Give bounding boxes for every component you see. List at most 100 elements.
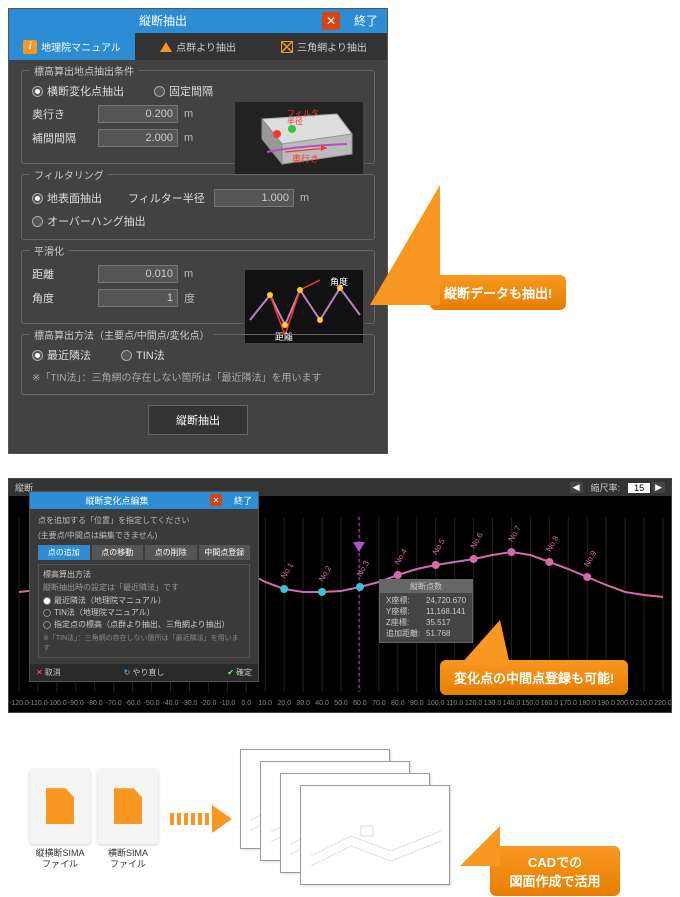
radio-nearest[interactable]: 最近隣法: [32, 347, 91, 363]
tab-pointcloud[interactable]: 点群より抽出: [135, 33, 261, 60]
svg-text:110.0: 110.0: [446, 700, 463, 707]
tab-manual[interactable]: i 地理院マニュアル: [9, 33, 135, 60]
svg-text:60.0: 60.0: [353, 700, 367, 707]
svg-text:50.0: 50.0: [334, 700, 348, 707]
smooth-legend: 平滑化: [30, 243, 68, 258]
dlist-sub: 縦断抽出時の設定は「最近隣法」です: [43, 582, 245, 593]
profile-node[interactable]: [280, 585, 288, 593]
dist-input[interactable]: [98, 265, 178, 283]
method-note: ※「TIN法」：三角網の存在しない箇所は「最近隣法」を用います: [32, 369, 364, 384]
depth-unit: m: [184, 108, 193, 120]
cad-drawings: [240, 749, 460, 889]
svg-text:-10.0: -10.0: [219, 700, 235, 707]
file-cross-sima: 横断SIMAファイル: [98, 769, 158, 870]
svg-text:半径: 半径: [287, 116, 303, 126]
filter-legend: フィルタリング: [30, 167, 108, 182]
svg-text:-90.0: -90.0: [68, 700, 84, 707]
radio-overhang[interactable]: オーバーハング抽出: [32, 213, 364, 229]
svg-text:180.0: 180.0: [578, 700, 596, 707]
angle-input[interactable]: [98, 289, 178, 307]
filter-group: フィルタリング 地表面抽出 フィルター半径 m オーバーハング抽出: [21, 174, 375, 240]
confirm-button[interactable]: ✔確定: [227, 667, 252, 678]
page-prev-icon[interactable]: ◀: [570, 482, 583, 493]
close-icon[interactable]: ✕: [322, 12, 340, 30]
method-option[interactable]: 最近隣法（地理院マニュアル）: [43, 595, 245, 606]
depth-input[interactable]: [98, 105, 178, 123]
arrow-icon: [170, 805, 232, 833]
svg-text:No.7: No.7: [506, 524, 523, 544]
tab-label: 地理院マニュアル: [41, 39, 121, 54]
dialog-help2: (主要点/中間点は編集できません): [38, 530, 250, 541]
terminate-button[interactable]: 終了: [348, 12, 384, 30]
svg-text:No.5: No.5: [431, 537, 448, 557]
tooltip-row: 追加距離:51.768: [386, 628, 466, 639]
svg-text:No.3: No.3: [355, 559, 372, 579]
svg-text:-20.0: -20.0: [200, 700, 216, 707]
edit-dialog: 縦断変化点編集 ✕ 終了 点を追加する「位置」を指定してください (主要点/中間…: [29, 491, 259, 682]
preview-depth-label: 奥行き: [292, 153, 319, 164]
svg-text:-30.0: -30.0: [181, 700, 197, 707]
svg-text:40.0: 40.0: [315, 700, 329, 707]
profile-node[interactable]: [507, 548, 515, 556]
dlist-note: ※「TIN法」：三角網の存在しない箇所は「最近隣法」を用います: [43, 633, 245, 653]
svg-text:-70.0: -70.0: [106, 700, 122, 707]
file-icon: [114, 788, 142, 824]
scale-value[interactable]: 15: [628, 483, 650, 493]
radio-tin[interactable]: TIN法: [121, 347, 165, 363]
scale-label: 縮尺率:: [585, 481, 627, 494]
tab-tin[interactable]: 三角網より抽出: [261, 33, 387, 60]
dlist-title: 標高算出方法: [43, 569, 245, 580]
radio-ground[interactable]: 地表面抽出: [32, 190, 122, 206]
tab-bar: i 地理院マニュアル 点群より抽出 三角網より抽出: [9, 33, 387, 60]
tooltip-row: Y座標:11,168.141: [386, 606, 466, 617]
svg-text:-100.0: -100.0: [47, 700, 67, 707]
redo-button[interactable]: ↻やり直し: [124, 667, 165, 678]
svg-text:190.0: 190.0: [597, 700, 615, 707]
interval-input[interactable]: [98, 129, 178, 147]
edit-tab-2[interactable]: 点の削除: [145, 545, 197, 560]
radio-fixed-interval[interactable]: 固定間隔: [154, 83, 213, 99]
profile-node[interactable]: [356, 583, 364, 591]
profile-node[interactable]: [394, 571, 402, 579]
cancel-button[interactable]: ✕取消: [36, 667, 61, 678]
radius-input[interactable]: [214, 189, 294, 207]
svg-text:0.0: 0.0: [241, 700, 251, 707]
callout-extract: 縦断データも抽出!: [430, 275, 566, 310]
page-next-icon[interactable]: ▶: [652, 482, 665, 493]
svg-text:140.0: 140.0: [503, 700, 521, 707]
extract-button[interactable]: 縦断抽出: [148, 405, 248, 435]
preview-smooth: 角度 距離: [244, 269, 364, 344]
file-icon: [46, 788, 74, 824]
edit-tab-0[interactable]: 点の追加: [38, 545, 90, 560]
info-icon: i: [23, 40, 37, 54]
smooth-group: 平滑化 距離 m 角度 度: [21, 250, 375, 324]
interval-unit: m: [184, 132, 193, 144]
svg-text:No.4: No.4: [393, 547, 410, 567]
svg-text:170.0: 170.0: [560, 700, 578, 707]
svg-text:160.0: 160.0: [541, 700, 559, 707]
method-option[interactable]: 指定点の標高（点群より抽出、三角網より抽出）: [43, 619, 245, 630]
svg-text:-110.0: -110.0: [28, 700, 47, 707]
dialog-titlebar: 縦断抽出 ✕ 終了: [9, 9, 387, 33]
close-icon[interactable]: ✕: [210, 494, 222, 506]
terminate-button[interactable]: 終了: [230, 494, 256, 507]
profile-node[interactable]: [470, 555, 478, 563]
profile-node[interactable]: [545, 558, 553, 566]
file-vertical-sima: 縦横断SIMAファイル: [30, 769, 90, 870]
tooltip-row: Z座標:35.517: [386, 617, 466, 628]
method-legend: 標高算出方法（主要点/中間点/変化点）: [30, 327, 214, 342]
method-option[interactable]: TIN法（地理院マニュアル）: [43, 607, 245, 618]
dialog-title: 縦断抽出: [12, 12, 314, 30]
edit-tab-3[interactable]: 中間点登録: [199, 545, 251, 560]
profile-node[interactable]: [583, 573, 591, 581]
profile-node[interactable]: [432, 561, 440, 569]
triangle-icon: [160, 42, 172, 52]
conditions-group: 標高算出地点抽出条件 横断変化点抽出 固定間隔 奥行き m 補間間隔 m: [21, 70, 375, 164]
radio-change-point[interactable]: 横断変化点抽出: [32, 83, 124, 99]
tab-label: 点群より抽出: [176, 39, 236, 54]
profile-node[interactable]: [318, 588, 326, 596]
svg-text:No.1: No.1: [279, 561, 296, 581]
edit-tab-1[interactable]: 点の移動: [92, 545, 144, 560]
radius-unit: m: [300, 192, 309, 204]
svg-text:-120.0: -120.0: [9, 700, 29, 707]
